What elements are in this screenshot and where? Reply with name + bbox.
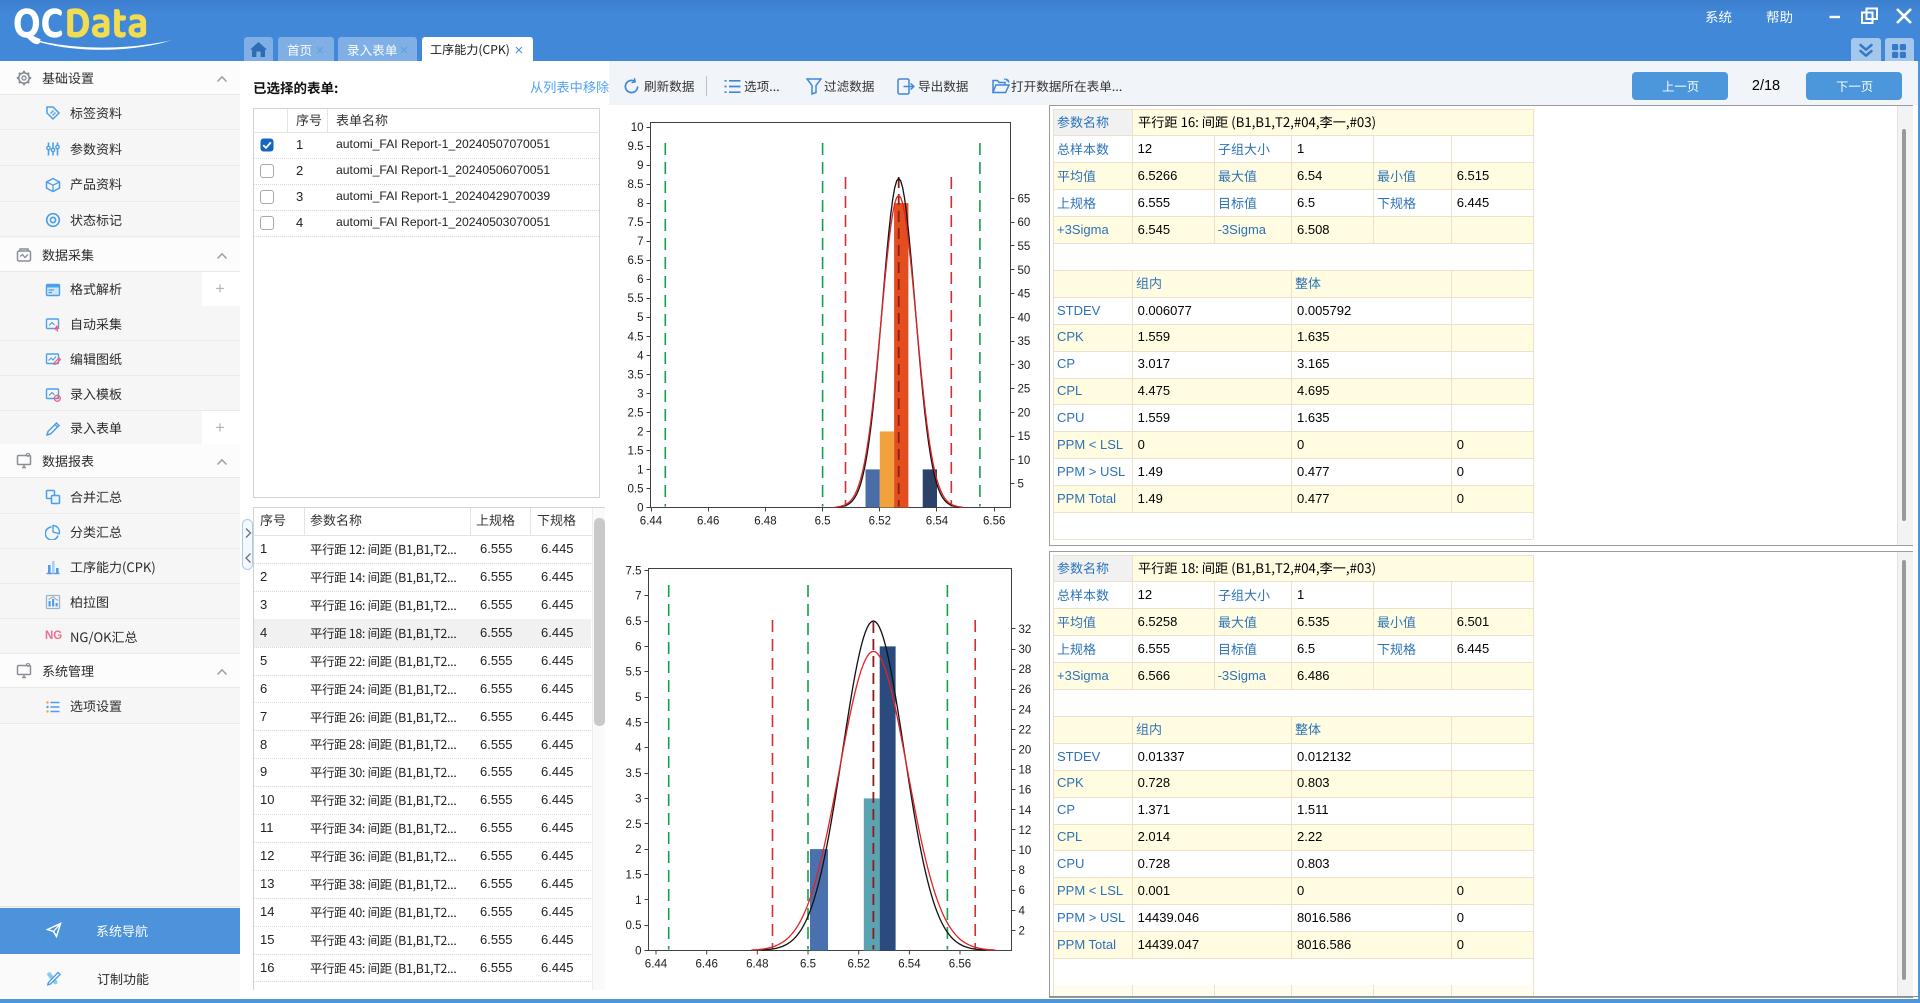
svg-text:6.46: 6.46 bbox=[697, 516, 719, 528]
svg-text:10: 10 bbox=[1019, 845, 1032, 857]
svg-text:2: 2 bbox=[1019, 925, 1025, 937]
svg-text:65: 65 bbox=[1018, 193, 1031, 205]
svg-text:7: 7 bbox=[637, 236, 643, 248]
svg-text:18: 18 bbox=[1019, 765, 1032, 777]
svg-text:6: 6 bbox=[1019, 885, 1025, 897]
svg-text:7: 7 bbox=[635, 591, 641, 603]
svg-text:2: 2 bbox=[637, 426, 643, 438]
svg-text:5: 5 bbox=[1018, 479, 1024, 491]
svg-text:1.5: 1.5 bbox=[626, 870, 642, 882]
svg-text:3: 3 bbox=[635, 793, 641, 805]
svg-text:15: 15 bbox=[1018, 431, 1031, 443]
svg-text:30: 30 bbox=[1019, 644, 1032, 656]
svg-text:6.54: 6.54 bbox=[898, 959, 921, 971]
svg-text:14: 14 bbox=[1019, 805, 1032, 817]
svg-text:30: 30 bbox=[1018, 360, 1031, 372]
svg-text:8.5: 8.5 bbox=[628, 179, 644, 191]
svg-text:1: 1 bbox=[635, 895, 641, 907]
svg-text:5.5: 5.5 bbox=[628, 293, 644, 305]
svg-text:26: 26 bbox=[1019, 684, 1032, 696]
svg-text:0.5: 0.5 bbox=[628, 484, 644, 496]
svg-text:6.46: 6.46 bbox=[696, 959, 718, 971]
svg-text:10: 10 bbox=[1018, 455, 1031, 467]
svg-text:6: 6 bbox=[635, 641, 641, 653]
svg-text:8: 8 bbox=[637, 198, 643, 210]
svg-text:3: 3 bbox=[637, 388, 643, 400]
svg-text:4.5: 4.5 bbox=[628, 331, 644, 343]
svg-text:10: 10 bbox=[631, 122, 644, 134]
svg-text:4.5: 4.5 bbox=[626, 717, 642, 729]
svg-text:5: 5 bbox=[637, 312, 643, 324]
svg-text:2.5: 2.5 bbox=[628, 407, 644, 419]
svg-text:60: 60 bbox=[1018, 217, 1031, 229]
svg-text:6.56: 6.56 bbox=[983, 516, 1005, 528]
svg-text:3.5: 3.5 bbox=[628, 369, 644, 381]
svg-text:16: 16 bbox=[1019, 785, 1032, 797]
svg-text:6.5: 6.5 bbox=[800, 959, 816, 971]
svg-text:1.5: 1.5 bbox=[628, 445, 644, 457]
svg-text:6.54: 6.54 bbox=[926, 516, 949, 528]
svg-text:6.52: 6.52 bbox=[869, 516, 891, 528]
svg-text:2.5: 2.5 bbox=[626, 819, 642, 831]
svg-text:6: 6 bbox=[637, 274, 643, 286]
svg-text:9.5: 9.5 bbox=[628, 141, 644, 153]
svg-text:28: 28 bbox=[1019, 664, 1032, 676]
svg-text:6.44: 6.44 bbox=[645, 959, 668, 971]
svg-text:4: 4 bbox=[635, 743, 642, 755]
svg-text:6.5: 6.5 bbox=[626, 616, 642, 628]
svg-text:3.5: 3.5 bbox=[626, 768, 642, 780]
svg-text:6.52: 6.52 bbox=[848, 959, 870, 971]
svg-text:24: 24 bbox=[1019, 704, 1032, 716]
svg-text:7.5: 7.5 bbox=[626, 565, 642, 577]
svg-text:6.44: 6.44 bbox=[640, 516, 663, 528]
svg-text:6.5: 6.5 bbox=[815, 516, 831, 528]
svg-text:7.5: 7.5 bbox=[628, 217, 644, 229]
svg-text:6.56: 6.56 bbox=[949, 959, 971, 971]
svg-text:6.48: 6.48 bbox=[754, 516, 776, 528]
svg-text:45: 45 bbox=[1018, 289, 1031, 301]
svg-text:20: 20 bbox=[1019, 745, 1032, 757]
svg-text:6.48: 6.48 bbox=[746, 959, 768, 971]
svg-text:12: 12 bbox=[1019, 825, 1032, 837]
svg-text:6.5: 6.5 bbox=[628, 255, 644, 267]
svg-text:8: 8 bbox=[1019, 865, 1025, 877]
svg-text:1: 1 bbox=[637, 464, 643, 476]
svg-text:9: 9 bbox=[637, 160, 643, 172]
svg-text:32: 32 bbox=[1019, 624, 1032, 636]
svg-text:0.5: 0.5 bbox=[626, 920, 642, 932]
svg-text:40: 40 bbox=[1018, 312, 1031, 324]
svg-text:50: 50 bbox=[1018, 265, 1031, 277]
svg-text:5: 5 bbox=[635, 692, 641, 704]
svg-text:4: 4 bbox=[637, 350, 644, 362]
svg-text:0: 0 bbox=[635, 946, 641, 958]
svg-text:25: 25 bbox=[1018, 384, 1031, 396]
svg-text:0: 0 bbox=[637, 503, 643, 515]
svg-text:4: 4 bbox=[1019, 905, 1026, 917]
svg-text:2: 2 bbox=[635, 844, 641, 856]
svg-text:35: 35 bbox=[1018, 336, 1031, 348]
svg-text:20: 20 bbox=[1018, 407, 1031, 419]
svg-text:5.5: 5.5 bbox=[626, 667, 642, 679]
svg-text:22: 22 bbox=[1019, 724, 1032, 736]
svg-text:55: 55 bbox=[1018, 241, 1031, 253]
